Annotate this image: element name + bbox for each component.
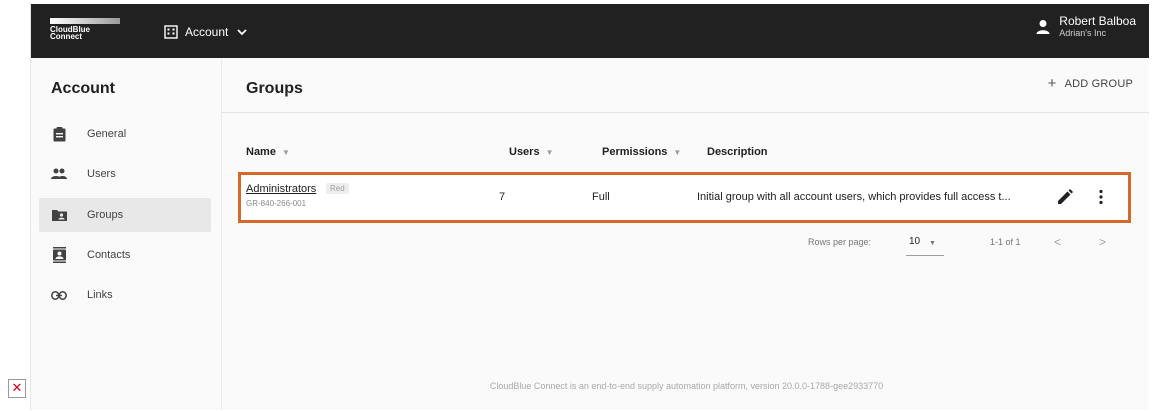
- sidebar-item-links[interactable]: Links: [39, 278, 211, 312]
- clipboard-icon: [51, 126, 67, 142]
- plus-icon: +: [1047, 75, 1057, 92]
- users-count: 7: [499, 191, 506, 203]
- sidebar-item-label: General: [87, 128, 127, 140]
- sidebar: Account General Users Groups Contacts Li…: [31, 58, 221, 410]
- sidebar-item-label: Links: [87, 289, 113, 301]
- screenshot-root: ✕ CloudBlue Connect Account Robert Balbo…: [0, 0, 1157, 411]
- building-icon: [164, 25, 178, 39]
- description-text: Initial group with all account users, wh…: [697, 191, 1011, 203]
- rows-per-page-select[interactable]: 10 ▼: [906, 234, 944, 256]
- link-icon: [51, 287, 67, 303]
- status-badge: Red: [326, 183, 349, 194]
- pagination-range: 1-1 of 1: [990, 237, 1021, 247]
- rows-per-page-value: 10: [909, 236, 921, 247]
- pencil-icon[interactable]: [1056, 188, 1074, 206]
- sidebar-item-label: Contacts: [87, 249, 131, 261]
- footer-version-text: CloudBlue Connect is an end-to-end suppl…: [489, 381, 884, 391]
- chevron-down-icon: [237, 29, 247, 36]
- column-header-users[interactable]: Users ▼: [509, 146, 554, 158]
- column-header-label: Name: [246, 146, 276, 158]
- sidebar-item-general[interactable]: General: [39, 117, 211, 151]
- sort-arrow-icon: ▼: [673, 147, 682, 157]
- cloudblue-logo[interactable]: CloudBlue Connect: [50, 18, 122, 44]
- table-row[interactable]: Administrators Red GR-840-266-001 7 Full…: [238, 172, 1131, 223]
- pagination: Rows per page: 10 ▼ 1-1 of 1 < >: [222, 234, 1149, 256]
- top-bar: CloudBlue Connect Account Robert Balboa …: [31, 4, 1149, 58]
- add-group-label: ADD GROUP: [1064, 78, 1133, 90]
- dropdown-arrow-icon: ▼: [929, 240, 936, 247]
- rows-per-page-label: Rows per page:: [808, 237, 872, 247]
- group-id: GR-840-266-001: [246, 199, 307, 208]
- column-header-label: Users: [509, 146, 540, 158]
- user-icon: [1036, 19, 1050, 34]
- user-name: Robert Balboa: [1059, 14, 1136, 28]
- column-header-label: Permissions: [602, 146, 668, 158]
- page-header: Groups + ADD GROUP: [222, 58, 1149, 113]
- sidebar-item-groups[interactable]: Groups: [39, 198, 211, 232]
- sidebar-title: Account: [51, 80, 115, 97]
- app-window: CloudBlue Connect Account Robert Balboa …: [30, 4, 1149, 410]
- user-info: Robert Balboa Adrian's Inc: [1059, 14, 1136, 39]
- sidebar-item-label: Users: [87, 168, 116, 180]
- logo-text-line2: Connect: [50, 32, 82, 41]
- page-title: Groups: [246, 80, 303, 97]
- people-icon: [51, 166, 67, 182]
- permissions-value: Full: [592, 191, 610, 203]
- broken-image-icon: ✕: [8, 379, 26, 398]
- account-switcher[interactable]: Account: [164, 22, 248, 42]
- previous-page-button[interactable]: <: [1054, 235, 1061, 249]
- sort-arrow-icon: ▼: [281, 147, 290, 157]
- group-name-link[interactable]: Administrators: [246, 183, 316, 195]
- next-page-button[interactable]: >: [1099, 235, 1106, 249]
- sort-arrow-icon: ▼: [545, 147, 554, 157]
- sidebar-item-contacts[interactable]: Contacts: [39, 238, 211, 272]
- add-group-button[interactable]: + ADD GROUP: [1047, 75, 1133, 92]
- table-header: Name ▼ Users ▼ Permissions ▼ Description: [222, 146, 1149, 166]
- column-header-description: Description: [707, 146, 768, 158]
- main-content: Groups + ADD GROUP Name ▼ Users ▼ Permis…: [221, 58, 1149, 410]
- user-menu[interactable]: Robert Balboa Adrian's Inc: [1036, 14, 1136, 39]
- column-header-name[interactable]: Name ▼: [246, 146, 290, 158]
- account-switcher-label: Account: [185, 25, 229, 39]
- folder-account-icon: [51, 207, 67, 223]
- user-organization: Adrian's Inc: [1059, 28, 1107, 38]
- column-header-permissions[interactable]: Permissions ▼: [602, 146, 681, 158]
- column-header-label: Description: [707, 146, 768, 158]
- contacts-icon: [51, 247, 67, 263]
- more-vert-icon[interactable]: [1092, 188, 1110, 206]
- sidebar-item-label: Groups: [87, 209, 124, 221]
- logo-bar: [50, 18, 120, 24]
- sidebar-item-users[interactable]: Users: [39, 157, 211, 191]
